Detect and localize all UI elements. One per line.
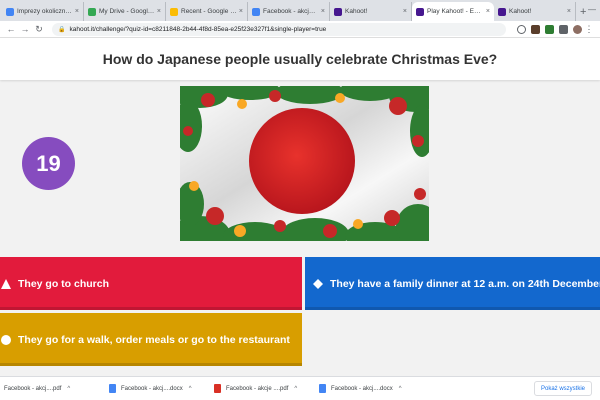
browser-tab-active[interactable]: Play Kahoot! - Enter × <box>412 2 494 21</box>
back-icon[interactable]: ← <box>4 24 18 34</box>
answer-label: They go for a walk, order meals or go to… <box>18 333 290 346</box>
browser-tab-bar: Imprezy okolicznościowe × My Drive - Goo… <box>0 0 600 21</box>
close-icon[interactable]: × <box>75 8 79 15</box>
docx-file-icon <box>319 384 326 393</box>
reload-icon[interactable]: ↻ <box>32 24 46 35</box>
minimize-icon[interactable]: — <box>588 5 596 14</box>
diamond-icon <box>312 278 324 290</box>
pdf-file-icon <box>214 384 221 393</box>
docx-file-icon <box>109 384 116 393</box>
download-label: Facebook - akcj....docx <box>121 385 183 392</box>
triangle-icon <box>0 278 12 290</box>
extension-icon[interactable] <box>545 24 554 34</box>
chevron-up-icon[interactable]: ^ <box>294 386 297 392</box>
tab-label: Imprezy okolicznościowe <box>17 8 73 15</box>
forward-icon[interactable]: → <box>18 24 32 34</box>
tab-label: Recent - Google Drive <box>181 8 237 15</box>
browser-tab[interactable]: Recent - Google Drive × <box>166 2 248 21</box>
browser-tab[interactable]: My Drive - Google Drive × <box>84 2 166 21</box>
download-item[interactable]: Facebook - akcj....pdf ^ <box>4 386 109 392</box>
close-icon[interactable]: × <box>403 8 407 15</box>
download-item[interactable]: Facebook - akcj....docx ^ <box>109 384 214 393</box>
google-docs-icon <box>252 7 260 16</box>
countdown-timer: 19 <box>22 137 75 190</box>
tab-label: Facebook - akcja świąteczna <box>263 8 319 15</box>
avatar[interactable] <box>573 24 582 34</box>
download-label: Facebook - akcj....pdf <box>4 385 62 392</box>
lock-icon: 🔒 <box>58 26 66 33</box>
extension-icon[interactable] <box>531 24 540 34</box>
chevron-up-icon[interactable]: ^ <box>67 386 70 392</box>
kahoot-icon <box>498 7 506 16</box>
answer-label: They have a family dinner at 12 a.m. on … <box>330 277 600 290</box>
download-label: Facebook - akcj....docx <box>331 385 393 392</box>
close-icon[interactable]: × <box>486 8 490 15</box>
tab-label: My Drive - Google Drive <box>99 8 155 15</box>
star-icon[interactable] <box>517 24 526 34</box>
url-text: kahoot.it/challenge/?quiz-id=c8211848-2b… <box>69 25 327 33</box>
question-title: How do Japanese people usually celebrate… <box>102 51 498 67</box>
chevron-up-icon[interactable]: ^ <box>189 386 192 392</box>
browser-tab[interactable]: Kahoot! × <box>494 2 576 21</box>
address-toolbar: ← → ↻ 🔒 kahoot.it/challenge/?quiz-id=c82… <box>0 21 600 38</box>
tab-favicon-icon <box>6 7 14 16</box>
puzzle-icon[interactable] <box>559 24 568 34</box>
browser-tab[interactable]: Facebook - akcja świąteczna × <box>248 2 330 21</box>
download-item[interactable]: Facebook - akcj....docx ^ <box>319 384 424 393</box>
google-drive-icon <box>88 7 96 16</box>
download-item[interactable]: Facebook - akcje ....pdf ^ <box>214 384 319 393</box>
browser-tab[interactable]: Kahoot! × <box>330 2 412 21</box>
tab-label: Play Kahoot! - Enter <box>427 8 484 15</box>
question-image <box>180 86 429 241</box>
kahoot-icon <box>416 7 424 16</box>
close-icon[interactable]: × <box>157 8 161 15</box>
close-icon[interactable]: × <box>567 8 571 15</box>
tab-label: Kahoot! <box>345 8 368 15</box>
google-drive-icon <box>170 7 178 16</box>
answer-button-circle[interactable]: They go for a walk, order meals or go to… <box>0 313 302 366</box>
answer-button-triangle[interactable]: They go to church <box>0 257 302 310</box>
close-icon[interactable]: × <box>239 8 243 15</box>
browser-tab[interactable]: Imprezy okolicznościowe × <box>2 2 84 21</box>
circle-icon <box>0 334 12 346</box>
downloads-shelf: Facebook - akcj....pdf ^ Facebook - akcj… <box>0 376 600 400</box>
kahoot-icon <box>334 7 342 16</box>
download-label: Facebook - akcje ....pdf <box>226 385 289 392</box>
close-icon[interactable]: × <box>321 8 325 15</box>
show-all-downloads-button[interactable]: Pokaż wszystkie <box>533 381 592 396</box>
menu-icon[interactable]: ⋮ <box>582 24 596 35</box>
tab-label: Kahoot! <box>509 8 532 15</box>
chevron-up-icon[interactable]: ^ <box>399 386 402 392</box>
url-bar[interactable]: 🔒 kahoot.it/challenge/?quiz-id=c8211848-… <box>52 22 506 36</box>
answer-button-diamond[interactable]: They have a family dinner at 12 a.m. on … <box>305 257 600 310</box>
answer-label: They go to church <box>18 277 110 290</box>
question-bar: How do Japanese people usually celebrate… <box>0 38 600 80</box>
